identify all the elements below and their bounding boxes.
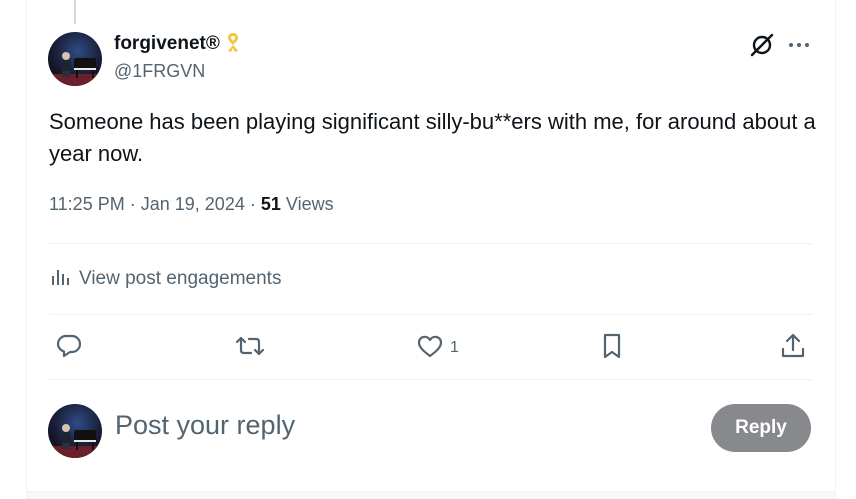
thread-connector-line [74,0,76,24]
views-label: Views [285,194,334,214]
pianist-avatar-image [48,404,102,458]
like-count: 1 [450,339,459,356]
more-options-icon[interactable] [787,33,811,57]
reply-input[interactable]: Post your reply [115,410,295,441]
divider [49,314,813,315]
post-top-actions [749,32,811,58]
share-icon [779,332,807,365]
timeline-border-right [835,0,836,499]
post-date[interactable]: Jan 19, 2024 [141,194,245,214]
views-count: 51 [260,194,281,214]
user-avatar[interactable] [48,404,102,458]
grok-icon[interactable] [749,32,775,58]
divider [49,379,813,380]
reply-button[interactable] [55,330,83,366]
analytics-icon [49,266,71,293]
bookmark-icon [598,332,626,365]
post-time[interactable]: 11:25 PM [49,194,125,214]
author-handle[interactable]: @1FRGVN [114,61,205,82]
repost-button[interactable] [234,330,266,366]
pianist-avatar-image [48,32,102,86]
next-section-background [27,492,835,499]
engagements-label: View post engagements [79,268,282,289]
divider [49,243,813,244]
post-meta: 11:25 PM · Jan 19, 2024 · 51 Views [49,194,334,215]
post-action-bar: 1 [49,330,813,366]
meta-separator: · [129,194,136,214]
author-name-row[interactable]: forgivenet® [114,32,242,56]
heart-icon [416,332,444,365]
timeline-border-left [26,0,27,499]
meta-separator: · [249,194,256,214]
bookmark-button[interactable] [598,330,626,366]
like-button[interactable]: 1 [416,330,459,366]
author-avatar[interactable] [48,32,102,86]
post-text: Someone has been playing significant sil… [49,109,816,166]
view-engagements-link[interactable]: View post engagements [49,265,281,293]
share-button[interactable] [779,330,807,366]
author-display-name[interactable]: forgivenet® [114,33,220,55]
repost-icon [234,332,266,365]
yellow-ribbon-icon [224,31,242,58]
reply-icon [55,332,83,365]
reply-submit-button[interactable]: Reply [711,404,811,452]
